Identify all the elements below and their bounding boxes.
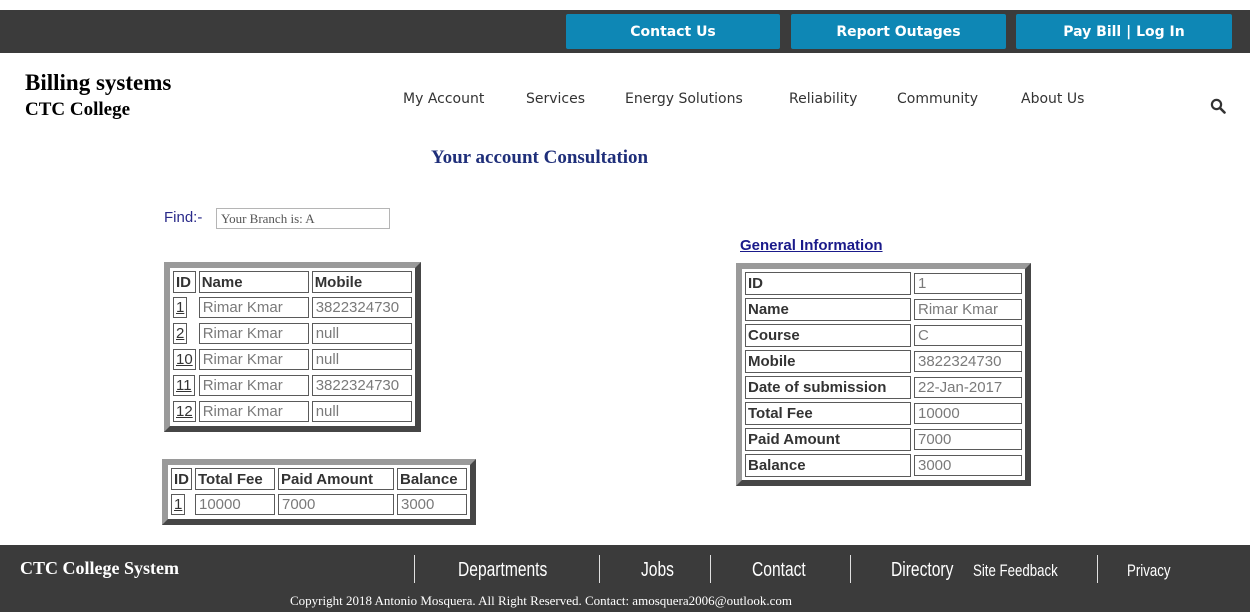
total-fee-field[interactable]: 10000 [195, 494, 275, 515]
name-field[interactable]: Rimar Kmar [198, 401, 309, 422]
search-icon[interactable] [1210, 98, 1226, 114]
page-heading: Your account Consultation [431, 147, 649, 168]
name-field[interactable]: Rimar Kmar [198, 375, 309, 396]
table-row: 1 Rimar Kmar 3822324730 [173, 296, 412, 319]
site-title: Billing systems [25, 70, 172, 95]
general-information-table: ID 1 Name Rimar Kmar Course C Mobile 382… [736, 263, 1031, 486]
column-header-name: Name [198, 271, 309, 293]
field-label: Paid Amount [745, 428, 911, 451]
students-table: ID Name Mobile 1 Rimar Kmar 3822324730 2… [164, 262, 421, 432]
footer-divider [710, 555, 711, 583]
table-row: 1 10000 7000 3000 [171, 493, 467, 516]
column-header-id: ID [173, 271, 196, 293]
field-label: Total Fee [745, 402, 911, 425]
info-row: Mobile 3822324730 [745, 350, 1022, 373]
mobile-field[interactable]: null [311, 401, 412, 422]
footer-divider [1097, 555, 1098, 583]
course-field[interactable]: C [914, 325, 1022, 346]
mobile-field[interactable]: 3822324730 [914, 351, 1022, 372]
name-field[interactable]: Rimar Kmar [198, 297, 309, 318]
balance-field[interactable]: 3000 [397, 494, 467, 515]
column-header-mobile: Mobile [311, 271, 412, 293]
table-row: 10 Rimar Kmar null [173, 348, 412, 371]
name-field[interactable]: Rimar Kmar [198, 349, 309, 370]
field-label: Date of submission [745, 376, 911, 399]
nav-reliability[interactable]: Reliability [789, 91, 857, 107]
mobile-field[interactable]: null [311, 323, 412, 344]
paid-amount-field[interactable]: 7000 [914, 429, 1022, 450]
total-fee-field[interactable]: 10000 [914, 403, 1022, 424]
footer-brand: CTC College System [20, 558, 179, 578]
footer-link-directory[interactable]: Directory [891, 559, 953, 582]
copyright-text: Copyright 2018 Antonio Mosquera. All Rig… [290, 593, 792, 608]
row-id-link[interactable]: 12 [173, 401, 196, 422]
contact-us-button[interactable]: Contact Us [566, 14, 780, 49]
date-of-submission-field[interactable]: 22-Jan-2017 [914, 377, 1022, 398]
footer-divider [414, 555, 415, 583]
field-label: ID [745, 272, 911, 295]
name-field[interactable]: Rimar Kmar [914, 299, 1022, 320]
table-row: 12 Rimar Kmar null [173, 400, 412, 423]
info-row: ID 1 [745, 272, 1022, 295]
mobile-field[interactable]: 3822324730 [311, 297, 412, 318]
mobile-field[interactable]: 3822324730 [311, 375, 412, 396]
footer-link-departments[interactable]: Departments [458, 559, 547, 582]
table-header-row: ID Total Fee Paid Amount Balance [171, 468, 467, 490]
field-label: Course [745, 324, 911, 347]
nav-community[interactable]: Community [897, 91, 978, 107]
field-label: Mobile [745, 350, 911, 373]
field-label: Balance [745, 454, 911, 477]
info-row: Total Fee 10000 [745, 402, 1022, 425]
nav-services[interactable]: Services [526, 91, 585, 107]
fee-table: ID Total Fee Paid Amount Balance 1 10000… [162, 459, 476, 525]
column-header-balance: Balance [397, 468, 467, 490]
footer-divider [599, 555, 600, 583]
id-field[interactable]: 1 [914, 273, 1022, 294]
nav-energy-solutions[interactable]: Energy Solutions [625, 91, 743, 107]
info-row: Paid Amount 7000 [745, 428, 1022, 451]
report-outages-button[interactable]: Report Outages [791, 14, 1006, 49]
footer-link-site-feedback[interactable]: Site Feedback [973, 561, 1058, 581]
row-id-link[interactable]: 10 [173, 349, 196, 370]
footer-divider [850, 555, 851, 583]
nav-about-us[interactable]: About Us [1021, 91, 1084, 107]
nav-my-account[interactable]: My Account [403, 91, 484, 107]
footer-link-contact[interactable]: Contact [752, 559, 806, 582]
row-id-link[interactable]: 2 [173, 323, 188, 344]
column-header-paid-amount: Paid Amount [278, 468, 394, 490]
row-id-link[interactable]: 1 [173, 297, 188, 318]
general-information-link[interactable]: General Information [740, 237, 883, 254]
paid-amount-field[interactable]: 7000 [278, 494, 394, 515]
pay-bill-login-button[interactable]: Pay Bill | Log In [1016, 14, 1232, 49]
table-row: 11 Rimar Kmar 3822324730 [173, 374, 412, 397]
top-bar: Contact Us Report Outages Pay Bill | Log… [0, 10, 1250, 53]
column-header-id: ID [171, 468, 192, 490]
table-row: 2 Rimar Kmar null [173, 322, 412, 345]
field-label: Name [745, 298, 911, 321]
footer: CTC College System Departments Jobs Cont… [0, 545, 1250, 612]
mobile-field[interactable]: null [311, 349, 412, 370]
row-id-link[interactable]: 1 [171, 494, 186, 515]
info-row: Course C [745, 324, 1022, 347]
site-subtitle: CTC College [25, 99, 131, 120]
column-header-total-fee: Total Fee [195, 468, 275, 490]
footer-link-jobs[interactable]: Jobs [641, 559, 674, 582]
info-row: Balance 3000 [745, 454, 1022, 477]
name-field[interactable]: Rimar Kmar [198, 323, 309, 344]
info-row: Name Rimar Kmar [745, 298, 1022, 321]
find-label: Find:- [164, 209, 203, 226]
find-input[interactable] [216, 208, 390, 229]
footer-link-privacy[interactable]: Privacy [1127, 561, 1170, 581]
balance-field[interactable]: 3000 [914, 455, 1022, 476]
row-id-link[interactable]: 11 [173, 375, 195, 396]
table-header-row: ID Name Mobile [173, 271, 412, 293]
info-row: Date of submission 22-Jan-2017 [745, 376, 1022, 399]
